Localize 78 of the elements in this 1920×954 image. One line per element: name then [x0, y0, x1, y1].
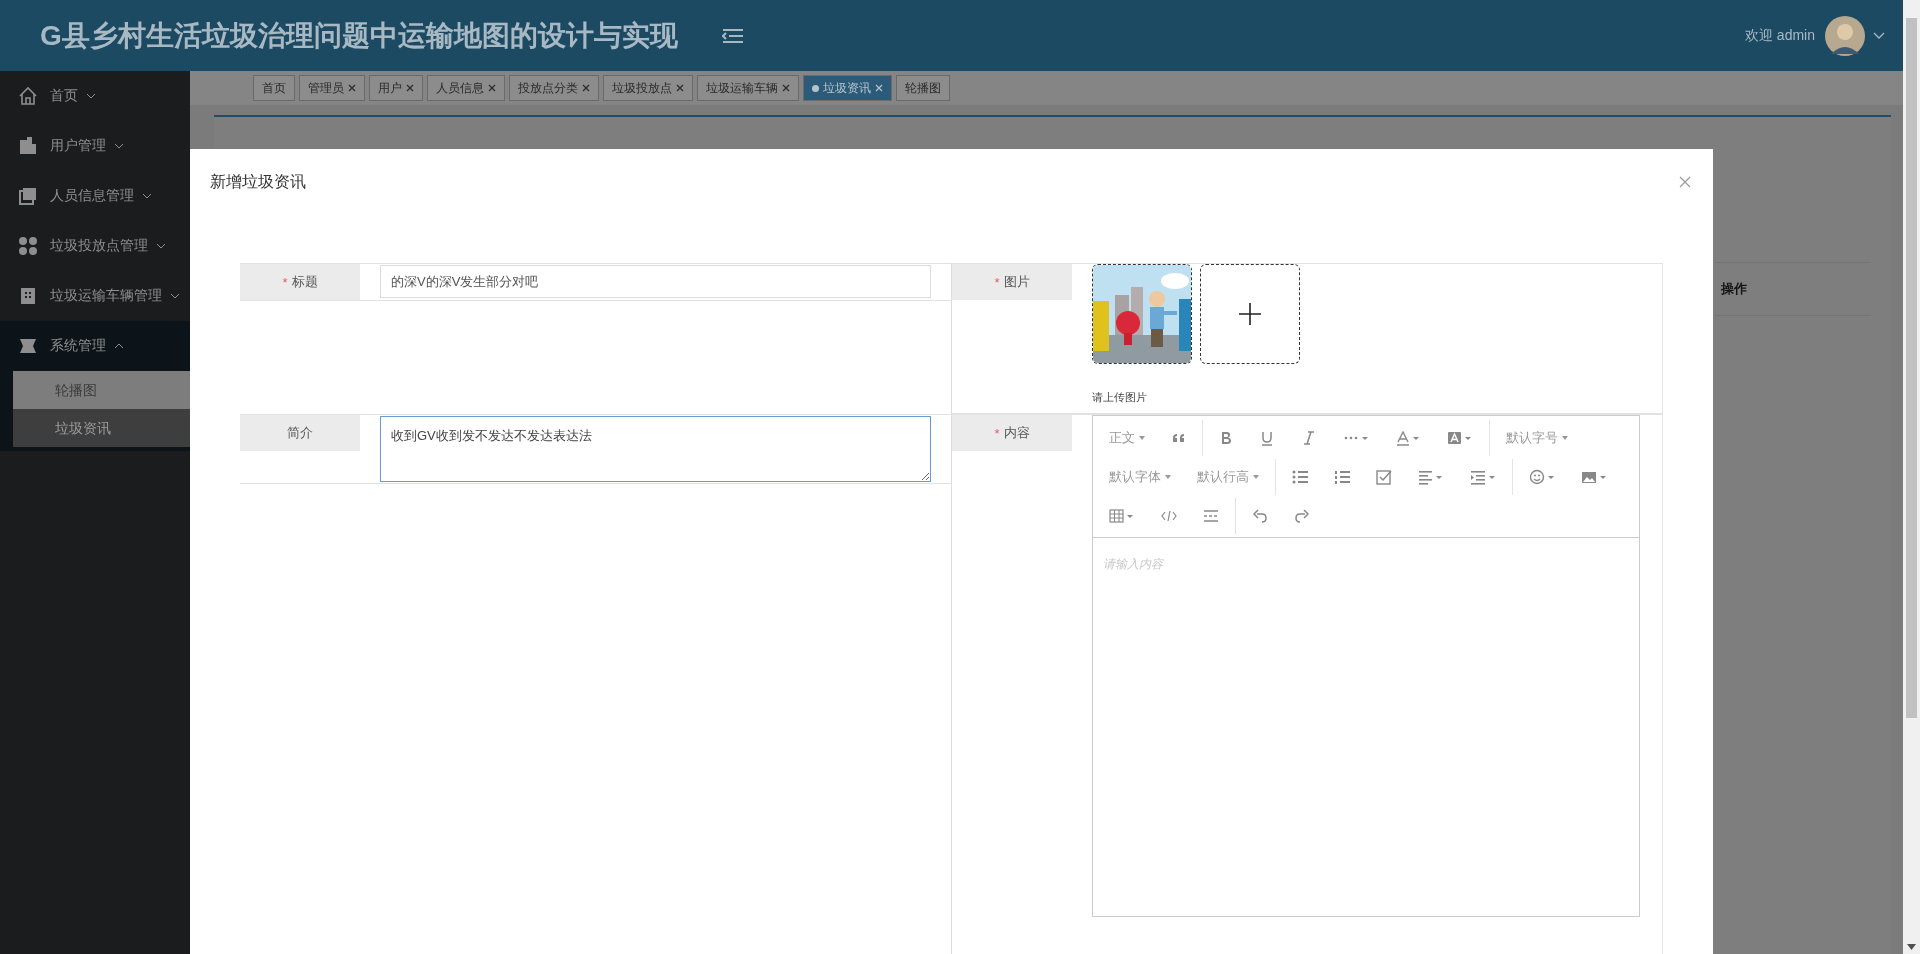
close-icon	[488, 84, 496, 92]
close-icon[interactable]	[1679, 176, 1691, 188]
page-tab[interactable]: 用户	[369, 75, 423, 101]
toolbar-dropdown[interactable]: 正文	[1109, 428, 1145, 447]
close-icon	[782, 84, 790, 92]
folders-icon	[18, 186, 38, 206]
caret-icon	[1253, 474, 1259, 479]
indent-icon[interactable]	[1470, 468, 1496, 485]
page-tab[interactable]: 首页	[253, 75, 295, 101]
dialog-title: 新增垃圾资讯	[210, 171, 306, 192]
close-icon	[676, 84, 684, 92]
close-icon	[406, 84, 414, 92]
page-tab[interactable]: 人员信息	[427, 75, 505, 101]
welcome-text: 欢迎 admin	[1744, 26, 1815, 45]
page-tab[interactable]: 垃圾运输车辆	[697, 75, 799, 101]
toolbar-dropdown[interactable]: 默认字体	[1109, 467, 1171, 486]
sidebar-item[interactable]: 人员信息管理	[0, 171, 190, 221]
page-tab[interactable]: 垃圾投放点	[603, 75, 693, 101]
buildings-icon	[18, 136, 38, 156]
plus-icon	[1239, 303, 1261, 325]
chevron-down-icon	[1873, 31, 1885, 40]
home-icon	[18, 86, 38, 106]
numbered-list-icon[interactable]	[1334, 468, 1350, 485]
divider-icon[interactable]	[1203, 507, 1219, 524]
field-label: * 图片	[952, 264, 1072, 300]
title-input[interactable]: 的深V的深V发生部分对吧	[380, 265, 931, 298]
bold-icon[interactable]	[1219, 429, 1233, 446]
toolbar-dropdown[interactable]: 默认字号	[1506, 428, 1568, 447]
close-icon	[875, 84, 883, 92]
chevron-down-icon	[86, 93, 96, 99]
close-icon	[582, 84, 590, 92]
grid-dots-icon	[18, 236, 38, 256]
italic-icon[interactable]	[1301, 429, 1317, 446]
upload-button[interactable]	[1200, 264, 1300, 364]
chevron-up-icon	[114, 343, 124, 349]
close-icon	[348, 84, 356, 92]
chevron-down-icon	[114, 143, 124, 149]
sidebar-item[interactable]: 垃圾投放点管理	[0, 221, 190, 271]
submenu-item[interactable]: 轮播图	[13, 371, 190, 409]
page-tab[interactable]: 投放点分类	[509, 75, 599, 101]
app-title: G县乡村生活垃圾治理问题中运输地图的设计与实现	[40, 18, 678, 53]
caret-icon	[1562, 435, 1568, 440]
scrollbar-thumb[interactable]	[1906, 18, 1917, 718]
chevron-down-icon	[156, 243, 166, 249]
summary-textarea[interactable]: 收到GV收到发不发达不发达表达法	[380, 416, 931, 482]
caret-icon	[1165, 474, 1171, 479]
sidebar-item[interactable]: 垃圾运输车辆管理	[0, 271, 190, 321]
caret-icon	[1139, 435, 1145, 440]
font-color-icon[interactable]	[1395, 429, 1421, 446]
redo-icon[interactable]	[1294, 507, 1310, 524]
page-tab[interactable]: 管理员	[299, 75, 365, 101]
background-color-icon[interactable]	[1447, 429, 1473, 446]
sidebar-item[interactable]: 用户管理	[0, 121, 190, 171]
field-label: * 标题	[240, 264, 360, 300]
avatar-icon	[1825, 15, 1865, 56]
chevron-down-icon	[170, 293, 180, 299]
menu-icon	[721, 26, 744, 45]
upload-hint: 请上传图片	[1092, 390, 1148, 405]
table-icon[interactable]	[1109, 507, 1135, 524]
sidebar-item[interactable]: 首页	[0, 71, 190, 121]
page-tab[interactable]: 轮播图	[896, 75, 950, 101]
chevron-down-icon	[142, 193, 152, 199]
align-icon[interactable]	[1418, 468, 1444, 485]
page-tab[interactable]: 垃圾资讯	[803, 75, 892, 101]
emoji-icon[interactable]	[1529, 468, 1555, 485]
field-label: 简介	[240, 415, 360, 451]
building-icon	[18, 286, 38, 306]
underline-icon[interactable]	[1259, 429, 1275, 446]
server-icon	[18, 336, 38, 356]
checkbox-list-icon[interactable]	[1376, 468, 1392, 485]
sidebar-item[interactable]: 系统管理	[0, 321, 190, 371]
toolbar-dropdown[interactable]: 默认行高	[1197, 467, 1259, 486]
column-header: 操作	[1715, 262, 1871, 316]
active-dot	[812, 84, 819, 92]
undo-icon[interactable]	[1252, 507, 1268, 524]
submenu-item[interactable]: 垃圾资讯	[13, 409, 190, 447]
bulleted-list-icon[interactable]	[1292, 468, 1308, 485]
field-label: * 内容	[952, 415, 1072, 451]
